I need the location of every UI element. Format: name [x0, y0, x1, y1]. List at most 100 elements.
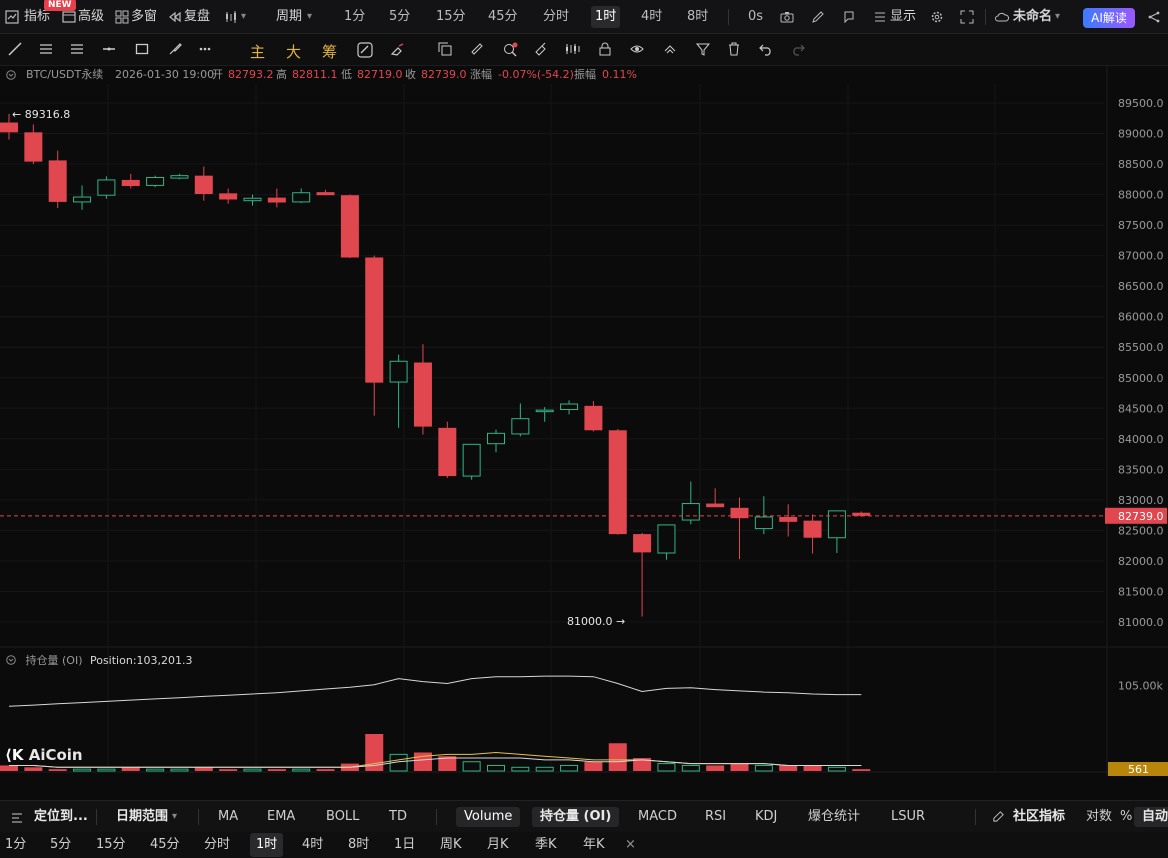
collapse-icon[interactable]: [6, 655, 16, 665]
trash-icon[interactable]: [727, 42, 741, 56]
tab-4h[interactable]: 4时: [641, 0, 662, 34]
tab-1m[interactable]: 1分: [344, 0, 365, 34]
tab-8h[interactable]: 8时: [687, 0, 708, 34]
chips-button[interactable]: 筹: [322, 41, 337, 62]
chevron-down-icon[interactable]: ▾: [172, 801, 177, 833]
ruler-icon[interactable]: [470, 42, 484, 56]
layout-name[interactable]: 未命名: [1013, 0, 1052, 34]
chart-background: [0, 66, 1168, 776]
magnet-icon[interactable]: [357, 42, 373, 58]
indicator-macd[interactable]: MACD: [638, 801, 677, 833]
alert-icon[interactable]: [534, 42, 548, 56]
tf-1d[interactable]: 1日: [394, 832, 415, 858]
indicator-volume[interactable]: Volume: [456, 807, 521, 827]
candle-body: [706, 503, 725, 508]
indicator-oi[interactable]: 持仓量 (OI): [532, 807, 620, 827]
more-tools-icon[interactable]: [198, 42, 212, 56]
log-scale-button[interactable]: 对数: [1086, 801, 1112, 833]
share-icon[interactable]: [842, 10, 856, 24]
copy-icon[interactable]: [438, 42, 452, 56]
undo-icon[interactable]: [759, 42, 773, 56]
tab-timeline[interactable]: 分时: [543, 0, 569, 34]
tf-month[interactable]: 月K: [487, 832, 509, 858]
multi-window-button[interactable]: 多窗: [131, 0, 157, 34]
tf-1m[interactable]: 1分: [5, 832, 26, 858]
display-button[interactable]: 显示: [890, 0, 916, 34]
tab-15m[interactable]: 15分: [436, 0, 466, 34]
candle-type-icon[interactable]: [224, 10, 238, 24]
camera-icon[interactable]: [780, 10, 794, 24]
visibility-icon[interactable]: [630, 42, 644, 56]
tf-4h[interactable]: 4时: [302, 832, 323, 858]
brush-icon[interactable]: [168, 42, 182, 56]
candle-body: [438, 427, 457, 477]
main-force-button[interactable]: 主: [250, 41, 265, 62]
volume-bar: [48, 769, 67, 771]
gear-icon[interactable]: [930, 10, 944, 24]
chevron-down-icon[interactable]: ▾: [1055, 0, 1060, 34]
indicator-boll[interactable]: BOLL: [326, 801, 359, 833]
candle-body: [803, 520, 822, 538]
volume-bar: [584, 761, 603, 771]
trendline-icon[interactable]: [8, 42, 22, 56]
rectangle-icon[interactable]: [135, 42, 149, 56]
period-button[interactable]: 周期: [276, 0, 302, 34]
lock-icon[interactable]: [598, 42, 612, 56]
more-icon[interactable]: [1147, 10, 1161, 24]
close-icon[interactable]: ×: [625, 832, 636, 858]
candle-body: [365, 257, 384, 383]
drawing-toolbar: 主 大 筹: [0, 34, 1168, 66]
layers-icon[interactable]: [663, 42, 677, 56]
compare-icon[interactable]: [565, 42, 581, 56]
candle-body: [219, 193, 238, 200]
percent-scale-button[interactable]: %: [1120, 801, 1132, 833]
ai-analysis-button[interactable]: AI解读: [1083, 8, 1135, 28]
collapse-icon[interactable]: [6, 70, 16, 80]
zoom-icon[interactable]: [502, 42, 518, 58]
tf-1h[interactable]: 1时: [250, 833, 284, 857]
tf-timeline[interactable]: 分时: [204, 832, 230, 858]
indicator-ma[interactable]: MA: [218, 801, 238, 833]
indicator-ema[interactable]: EMA: [267, 801, 295, 833]
parallel-channel-icon[interactable]: [70, 42, 84, 56]
replay-button[interactable]: 复盘: [184, 0, 210, 34]
candle-body: [754, 516, 773, 530]
chart-canvas[interactable]: 89500.0 89000.0 88500.0 88000.0 87500.0 87000…: [0, 66, 1168, 776]
tf-5m[interactable]: 5分: [50, 832, 71, 858]
tf-quarter[interactable]: 季K: [535, 832, 557, 858]
chevron-down-icon[interactable]: ▾: [307, 0, 312, 34]
candle-body: [194, 175, 213, 194]
horizontal-lines-icon[interactable]: [39, 42, 53, 56]
tab-5m[interactable]: 5分: [389, 0, 410, 34]
tf-week[interactable]: 周K: [440, 832, 462, 858]
indicator-td[interactable]: TD: [389, 801, 407, 833]
auto-scale-button[interactable]: 自动: [1134, 807, 1168, 827]
tf-8h[interactable]: 8时: [348, 832, 369, 858]
eraser-icon[interactable]: [390, 42, 406, 58]
amplitude-value: 0.11%: [602, 68, 637, 81]
indicator-kdj[interactable]: KDJ: [755, 801, 777, 833]
indicator-icon: [5, 10, 19, 24]
countdown-label[interactable]: 0s: [748, 0, 763, 34]
tf-45m[interactable]: 45分: [150, 832, 180, 858]
tab-45m[interactable]: 45分: [488, 0, 518, 34]
tf-15m[interactable]: 15分: [96, 832, 126, 858]
fullscreen-icon[interactable]: [960, 10, 974, 24]
big-order-button[interactable]: 大: [286, 41, 301, 62]
community-indicators-button[interactable]: 社区指标: [1013, 801, 1065, 833]
aicoin-logo: ⟨K AiCoin: [5, 746, 83, 764]
display-icon: [875, 12, 885, 22]
horizontal-ray-icon[interactable]: [102, 42, 116, 56]
tab-1h[interactable]: 1时: [591, 6, 621, 28]
locate-button[interactable]: 定位到...: [34, 801, 88, 833]
indicator-rsi[interactable]: RSI: [705, 801, 726, 833]
tf-year[interactable]: 年K: [583, 832, 605, 858]
chevron-down-icon[interactable]: ▾: [241, 0, 246, 34]
date-range-button[interactable]: 日期范围: [116, 801, 168, 833]
filter-icon[interactable]: [696, 42, 710, 56]
advanced-button[interactable]: 高级: [78, 0, 104, 34]
indicator-liquidation[interactable]: 爆仓统计: [808, 801, 860, 833]
edit-icon[interactable]: [811, 10, 825, 24]
indicator-lsur[interactable]: LSUR: [891, 801, 925, 833]
redo-icon[interactable]: [791, 42, 805, 56]
